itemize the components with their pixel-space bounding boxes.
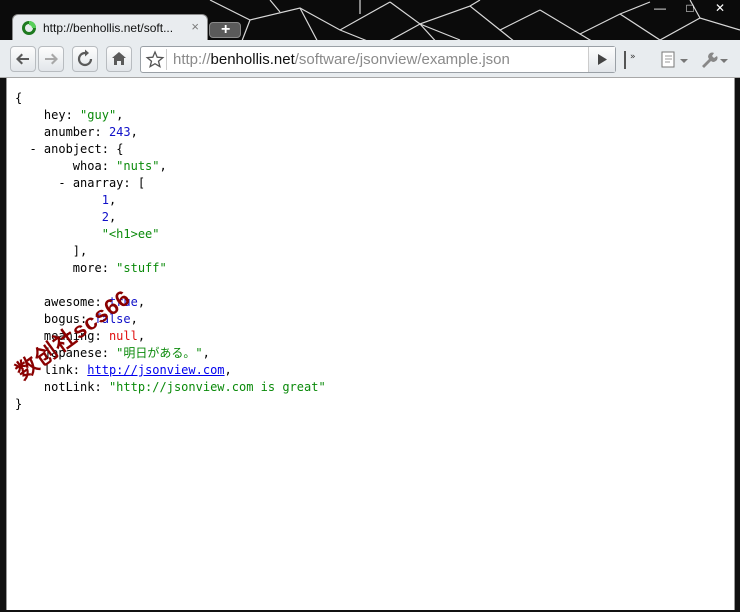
back-arrow-icon: [16, 53, 29, 65]
forward-arrow-icon: [45, 53, 58, 65]
json-line: }: [15, 396, 326, 413]
json-line: awesome: true,: [15, 294, 326, 311]
json-value-meaning: null: [108, 329, 138, 343]
json-line: link: http://jsonview.com,: [15, 362, 326, 379]
close-window-button[interactable]: ✕: [706, 0, 734, 16]
array-item-1: 1: [101, 193, 109, 207]
open-brace: {: [15, 91, 23, 105]
json-key-hey: hey:: [43, 108, 73, 122]
tab-json-example[interactable]: http://benhollis.net/soft... ×: [12, 14, 208, 40]
play-icon: [598, 54, 607, 65]
svg-text:»: »: [630, 52, 636, 62]
toolbar-extras: »: [622, 48, 740, 72]
tab-close-icon[interactable]: ×: [191, 19, 199, 35]
home-button[interactable]: [106, 46, 132, 72]
tab-title: http://benhollis.net/soft...: [43, 21, 174, 35]
forward-button[interactable]: [38, 46, 64, 72]
wrench-menu-icon[interactable]: [696, 48, 730, 72]
anarray-close: ],: [72, 244, 88, 258]
json-line: anumber: 243,: [15, 124, 326, 141]
comma: ,: [130, 312, 138, 326]
browser-toolbar: http://benhollis.net/software/jsonview/e…: [0, 40, 740, 78]
json-key-anarray: anarray:: [72, 176, 131, 190]
comma: ,: [108, 193, 117, 207]
json-line: whoa: "nuts",: [15, 158, 326, 175]
browser-window: http://benhollis.net/soft... × + — □ ✕ h…: [0, 0, 740, 612]
comma: ,: [159, 159, 167, 173]
comma: ,: [137, 295, 146, 309]
json-line: notLink: "http://jsonview.com is great": [15, 379, 326, 396]
back-button[interactable]: [10, 46, 36, 72]
json-value-notlink: "http://jsonview.com is great": [108, 380, 326, 394]
json-value-hey: "guy": [80, 108, 117, 122]
url-path: /software/jsonview/example.json: [294, 51, 510, 68]
url-scheme: http://: [173, 51, 211, 68]
json-line: - anobject: {: [15, 141, 326, 158]
json-key-anumber: anumber:: [43, 125, 102, 139]
minimize-button[interactable]: —: [646, 0, 674, 16]
tab-strip: http://benhollis.net/soft... × + — □ ✕: [0, 0, 740, 40]
reload-icon: [77, 49, 93, 67]
window-controls: — □ ✕: [646, 0, 736, 18]
json-line: 2,: [15, 209, 326, 226]
json-value-link[interactable]: http://jsonview.com: [87, 363, 224, 377]
json-value-more: "stuff": [116, 261, 167, 275]
comma: ,: [224, 363, 232, 377]
anarray-open: [: [137, 176, 146, 190]
json-line: - anarray: [: [15, 175, 326, 192]
page-menu-icon[interactable]: [658, 48, 692, 72]
url-host: benhollis.net: [210, 51, 295, 68]
json-line: {: [15, 90, 326, 107]
json-line: 1,: [15, 192, 326, 209]
json-value-anumber: 243: [108, 125, 131, 139]
json-key-notlink: notLink:: [43, 380, 102, 394]
more-bookmarks-icon[interactable]: »: [622, 48, 642, 72]
new-tab-button[interactable]: +: [209, 21, 241, 38]
json-viewer: { hey: "guy", anumber: 243, - anobject: …: [15, 90, 326, 413]
json-line: ],: [15, 243, 326, 260]
close-brace: }: [15, 397, 23, 411]
collapse-toggle-anobject[interactable]: -: [29, 142, 36, 156]
bookmark-star-icon[interactable]: [144, 49, 167, 70]
json-line: hey: "guy",: [15, 107, 326, 124]
plus-icon: +: [221, 21, 231, 38]
json-value-whoa: "nuts": [116, 159, 160, 173]
comma: ,: [116, 108, 124, 122]
json-value-japanese: "明日がある。": [116, 346, 203, 360]
json-key-more: more:: [72, 261, 109, 275]
comma: ,: [202, 346, 210, 360]
address-url: http://benhollis.net/software/jsonview/e…: [173, 51, 510, 69]
comma: ,: [130, 125, 138, 139]
maximize-button[interactable]: □: [676, 0, 704, 16]
array-item-2: 2: [101, 210, 109, 224]
comma: ,: [137, 329, 146, 343]
address-bar[interactable]: http://benhollis.net/software/jsonview/e…: [140, 46, 616, 73]
home-icon: [112, 52, 126, 65]
collapse-toggle-anarray[interactable]: -: [58, 176, 65, 190]
json-line: "<h1>ee": [15, 226, 326, 243]
anobject-open: {: [116, 142, 124, 156]
json-key-whoa: whoa:: [72, 159, 109, 173]
loading-favicon-icon: [22, 21, 36, 35]
json-line: more: "stuff": [15, 260, 326, 277]
reload-button[interactable]: [72, 46, 98, 72]
array-item-3: "<h1>ee": [101, 227, 160, 241]
page-content: { hey: "guy", anumber: 243, - anobject: …: [6, 78, 735, 610]
json-line: [15, 277, 326, 294]
go-button[interactable]: [588, 47, 615, 72]
comma: ,: [108, 210, 117, 224]
json-key-anobject: anobject:: [43, 142, 109, 156]
